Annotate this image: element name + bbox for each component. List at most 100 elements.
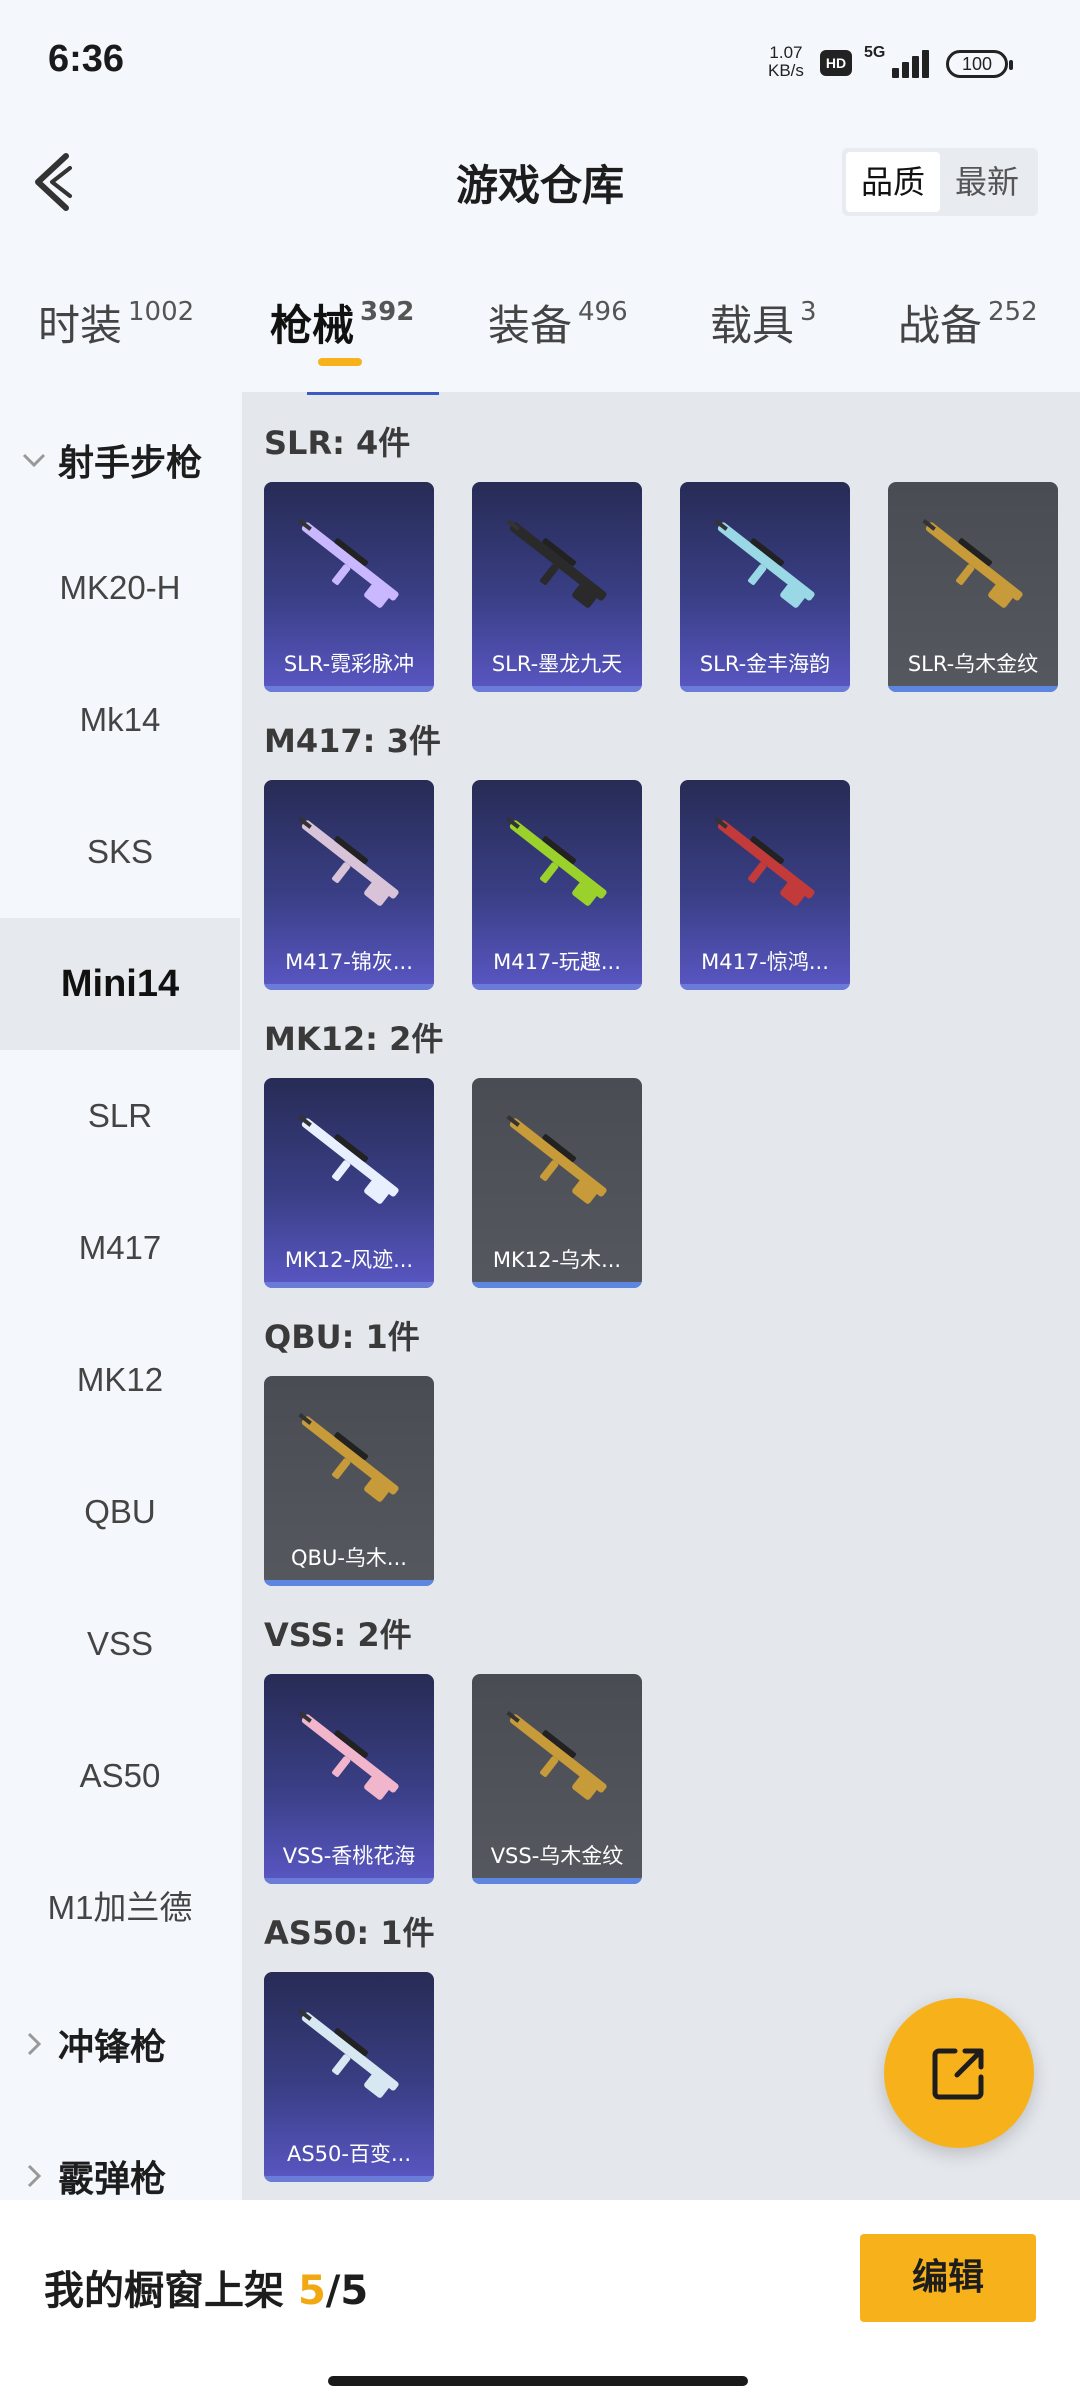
weapon-skin-name: SLR-金丰海韵 [699, 652, 831, 676]
weapon-image-icon [506, 1115, 607, 1204]
sidebar-group-marksman[interactable]: 射手步枪 [18, 434, 202, 486]
weapon-skin-card[interactable]: VSS-香桃花海 [264, 1674, 434, 1884]
shelf-separator: / [325, 2268, 341, 2314]
rarity-bar [264, 2176, 434, 2182]
weapon-image-icon [714, 817, 815, 906]
sort-option-latest[interactable]: 最新 [940, 152, 1034, 212]
status-bar: 6:36 1.07 KB/s HD 5G 100 [0, 0, 1080, 130]
weapon-skin-card[interactable]: M417-玩趣... [472, 780, 642, 990]
shelf-total: 5 [340, 2268, 369, 2314]
section-title: M417: 3件 [264, 722, 441, 760]
scroll-indicator [307, 392, 439, 395]
network-speed-value: 1.07 [769, 43, 803, 62]
rarity-bar [888, 686, 1058, 692]
shelf-current: 5 [297, 2268, 326, 2314]
network-speed: 1.07 KB/s [768, 44, 804, 80]
battery-icon: 100 [946, 50, 1013, 78]
weapon-skin-name: MK12-乌木... [492, 1248, 622, 1272]
network-speed-unit: KB/s [768, 61, 804, 80]
weapon-image-icon [506, 817, 607, 906]
weapon-skin-name: VSS-乌木金纹 [490, 1844, 624, 1868]
share-external-icon [932, 2048, 984, 2100]
weapon-image-icon [506, 1711, 607, 1800]
weapon-skin-card[interactable]: SLR-乌木金纹 [888, 482, 1058, 692]
signal-icon [880, 46, 930, 78]
weapon-skin-card[interactable]: M417-锦灰... [264, 780, 434, 990]
weapon-image-icon [298, 817, 399, 906]
weapon-image-icon [298, 519, 399, 608]
weapon-image-icon [922, 519, 1023, 608]
sidebar-group-label: 射手步枪 [58, 443, 203, 484]
chevron-right-icon [27, 2164, 42, 2188]
home-indicator[interactable] [328, 2376, 748, 2386]
weapon-skin-card[interactable]: SLR-墨龙九天 [472, 482, 642, 692]
sort-option-quality[interactable]: 品质 [846, 152, 940, 212]
tab-firearms[interactable]: 枪械 392 [270, 292, 414, 353]
weapon-skin-name: M417-锦灰... [285, 950, 413, 974]
weapon-skin-name: SLR-墨龙九天 [491, 652, 623, 676]
weapon-image-icon [298, 1115, 399, 1204]
bottom-bar: 我的橱窗上架 5/5 编辑 [0, 2200, 1080, 2400]
weapon-skin-name: MK12-风迹... [284, 1248, 414, 1272]
weapon-skin-card[interactable]: QBU-乌木... [264, 1376, 434, 1586]
weapon-skin-name: SLR-霓彩脉冲 [283, 652, 415, 676]
section-title: QBU: 1件 [264, 1318, 420, 1356]
weapon-skin-card[interactable]: VSS-乌木金纹 [472, 1674, 642, 1884]
sidebar-group-smg[interactable]: 冲锋枪 [18, 2018, 166, 2070]
section-title: AS50: 1件 [264, 1914, 435, 1952]
weapon-sidebar: 射手步枪 MK20-H Mk14 SKS Mini14 SLR M417 MK1… [0, 392, 240, 2200]
sidebar-item-mk14[interactable]: Mk14 [0, 654, 240, 786]
section-title: SLR: 4件 [264, 424, 411, 462]
sidebar-item-qbu[interactable]: QBU [0, 1446, 240, 1578]
weapon-image-icon [714, 519, 815, 608]
sidebar-item-mini14[interactable]: Mini14 [0, 918, 240, 1050]
category-tabs: 时装 1002 枪械 392 装备 496 载具 3 战备 252 [0, 278, 1080, 388]
weapon-skin-card[interactable]: MK12-乌木... [472, 1078, 642, 1288]
tab-count: 252 [988, 297, 1038, 327]
tab-label: 战备 [898, 301, 983, 350]
tab-count: 392 [360, 297, 415, 327]
rarity-bar [472, 1878, 642, 1884]
weapon-skin-card[interactable]: SLR-金丰海韵 [680, 482, 850, 692]
tab-fashion[interactable]: 时装 1002 [38, 292, 194, 353]
section-title: VSS: 2件 [264, 1616, 412, 1654]
rarity-bar [472, 686, 642, 692]
rarity-bar [472, 1282, 642, 1288]
weapon-skin-name: SLR-乌木金纹 [907, 652, 1039, 676]
rarity-bar [264, 1282, 434, 1288]
sidebar-item-vss[interactable]: VSS [0, 1578, 240, 1710]
sidebar-item-slr[interactable]: SLR [0, 1050, 240, 1182]
tab-vehicles[interactable]: 载具 3 [710, 292, 817, 353]
sidebar-item-mk20h[interactable]: MK20-H [0, 522, 240, 654]
weapon-skin-name: VSS-香桃花海 [282, 1844, 416, 1868]
weapon-skin-card[interactable]: SLR-霓彩脉冲 [264, 482, 434, 692]
weapon-skin-card[interactable]: AS50-百变... [264, 1972, 434, 2182]
chevron-down-icon [22, 453, 46, 468]
sidebar-item-as50[interactable]: AS50 [0, 1710, 240, 1842]
rarity-bar [472, 984, 642, 990]
tab-count: 3 [800, 297, 817, 327]
rarity-bar [680, 984, 850, 990]
section-title: MK12: 2件 [264, 1020, 444, 1058]
tab-equipment[interactable]: 装备 496 [488, 292, 628, 353]
tab-label: 装备 [488, 301, 573, 350]
weapon-skin-card[interactable]: MK12-风迹... [264, 1078, 434, 1288]
sidebar-item-mk12[interactable]: MK12 [0, 1314, 240, 1446]
sidebar-item-m417[interactable]: M417 [0, 1182, 240, 1314]
sidebar-item-sks[interactable]: SKS [0, 786, 240, 918]
tab-label: 时装 [38, 301, 123, 350]
weapon-image-icon [298, 1413, 399, 1502]
weapon-image-icon [298, 2009, 399, 2098]
sidebar-group-shotgun[interactable]: 霰弹枪 [18, 2150, 166, 2202]
weapon-skin-name: QBU-乌木... [291, 1546, 407, 1570]
sidebar-item-m1-garand[interactable]: M1加兰德 [0, 1842, 240, 1974]
chevron-right-icon [27, 2032, 42, 2056]
tab-label: 载具 [710, 301, 795, 350]
edit-button[interactable]: 编辑 [860, 2234, 1036, 2322]
shelf-label: 我的橱窗上架 [44, 2268, 284, 2314]
weapon-skin-name: M417-玩趣... [493, 950, 621, 974]
share-button[interactable] [884, 1998, 1034, 2148]
rarity-bar [264, 1580, 434, 1586]
weapon-skin-card[interactable]: M417-惊鸿... [680, 780, 850, 990]
tab-supplies[interactable]: 战备 252 [898, 292, 1038, 353]
